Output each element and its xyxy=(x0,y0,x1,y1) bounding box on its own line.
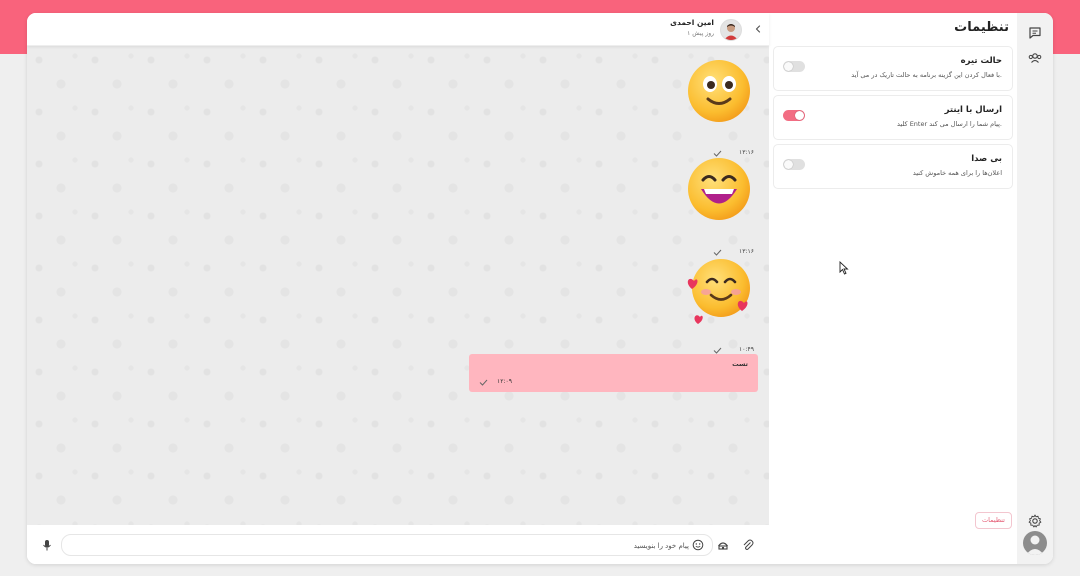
message-text: تست xyxy=(732,360,748,368)
grinning-face-icon[interactable] xyxy=(686,156,752,222)
message-input[interactable] xyxy=(72,537,691,555)
settings-panel: تنظیمات حالت تیره با فعال کردن این گزینه… xyxy=(769,13,1017,564)
paperclip-icon[interactable] xyxy=(742,539,754,551)
chat-panel: امین احمدی ۱ روز پیش ۱۳:۱۶ ۱۳:۱۶ ۱۰:۴۹ ت… xyxy=(27,13,769,564)
message-time: ۱۳:۱۶ xyxy=(739,149,754,156)
contact-photo-icon xyxy=(721,20,741,40)
contact-name[interactable]: امین احمدی xyxy=(670,18,714,27)
app-window: امین احمدی ۱ روز پیش ۱۳:۱۶ ۱۳:۱۶ ۱۰:۴۹ ت… xyxy=(27,13,1053,564)
message-bubble[interactable]: تست ۱۲:۰۹ xyxy=(469,354,758,392)
check-icon xyxy=(479,379,488,386)
microphone-icon[interactable] xyxy=(41,539,53,551)
sticker-icon[interactable] xyxy=(717,539,729,551)
message-time: ۱۲:۰۹ xyxy=(497,378,512,385)
toggle-knob xyxy=(795,111,804,120)
setting-dark-mode: حالت تیره با فعال کردن این گزینه برنامه … xyxy=(773,46,1013,91)
smiling-face-icon[interactable] xyxy=(686,58,752,124)
chevron-left-icon[interactable] xyxy=(753,24,763,34)
setting-title: بی صدا xyxy=(971,154,1002,164)
chat-icon[interactable] xyxy=(1027,25,1043,41)
settings-title: تنظیمات xyxy=(954,20,1009,35)
navigation-rail xyxy=(1017,13,1053,564)
user-silhouette-icon xyxy=(1026,535,1044,555)
setting-send-with-enter: ارسال با اینتر کلید Enter پیام شما را ار… xyxy=(773,95,1013,140)
profile-avatar[interactable] xyxy=(1023,531,1047,555)
message-input-wrapper xyxy=(61,534,713,556)
check-icon xyxy=(713,249,722,256)
setting-title: ارسال با اینتر xyxy=(944,105,1002,115)
mute-toggle[interactable] xyxy=(783,159,805,170)
chat-header: امین احمدی ۱ روز پیش xyxy=(27,13,769,46)
message-composer xyxy=(27,525,769,564)
message-time: ۱۰:۴۹ xyxy=(739,346,754,353)
send-with-enter-toggle[interactable] xyxy=(783,110,805,121)
setting-title: حالت تیره xyxy=(960,56,1002,66)
setting-description: اعلان‌ها را برای همه خاموش کنید xyxy=(912,169,1002,177)
gear-icon[interactable] xyxy=(1027,513,1043,529)
setting-description: با فعال کردن این گزینه برنامه به حالت تا… xyxy=(851,71,1002,79)
setting-mute: بی صدا اعلان‌ها را برای همه خاموش کنید xyxy=(773,144,1013,189)
emoji-icon[interactable] xyxy=(692,539,704,551)
contact-avatar[interactable] xyxy=(720,19,742,41)
setting-description: کلید Enter پیام شما را ارسال می کند. xyxy=(897,120,1002,128)
settings-tab-chip[interactable]: تنظیمات xyxy=(975,512,1012,529)
toggle-knob xyxy=(784,160,793,169)
users-icon[interactable] xyxy=(1027,50,1043,66)
message-time: ۱۳:۱۶ xyxy=(739,248,754,255)
contact-last-seen: ۱ روز پیش xyxy=(687,30,714,37)
message-list[interactable]: ۱۳:۱۶ ۱۳:۱۶ ۱۰:۴۹ تست ۱۲:۰۹ xyxy=(27,46,769,525)
smiling-hearts-icon[interactable] xyxy=(686,257,752,327)
dark-mode-toggle[interactable] xyxy=(783,61,805,72)
toggle-knob xyxy=(784,62,793,71)
mouse-cursor-icon xyxy=(839,261,849,275)
check-icon xyxy=(713,347,722,354)
